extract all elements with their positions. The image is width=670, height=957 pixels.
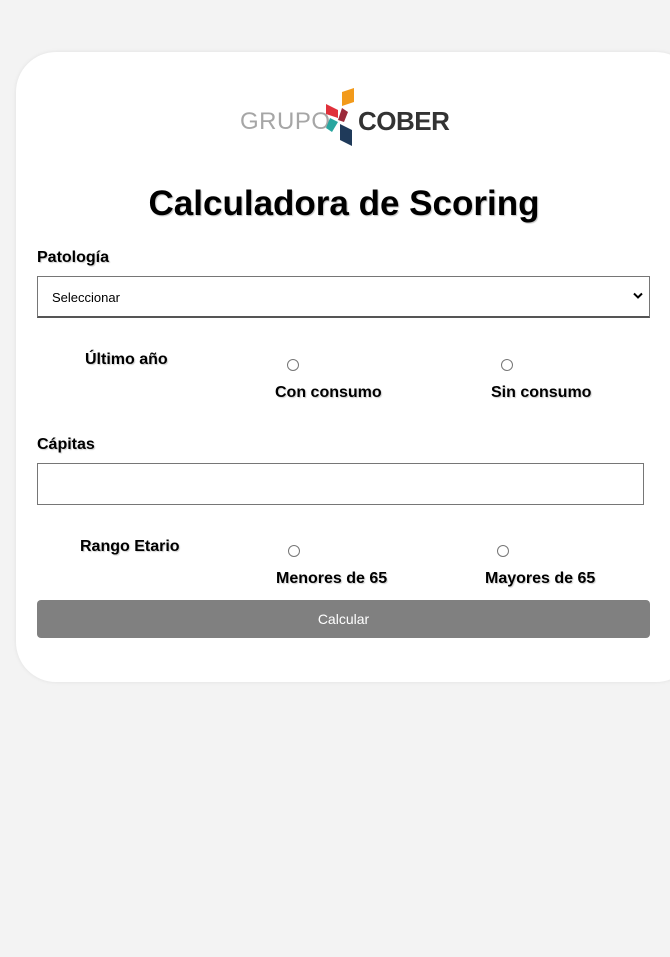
- capitas-label: Cápitas: [37, 436, 95, 453]
- calcular-button[interactable]: Calcular: [37, 600, 650, 638]
- logo-grupo-text: GRUPO: [240, 108, 331, 135]
- mayores-65-radio[interactable]: [497, 545, 509, 557]
- con-consumo-radio[interactable]: [287, 359, 299, 371]
- menores-65-label: Menores de 65: [276, 570, 388, 587]
- patologia-select[interactable]: Seleccionar: [37, 276, 650, 318]
- con-consumo-label: Con consumo: [275, 384, 382, 401]
- chevron-down-icon: [633, 292, 643, 299]
- logo-mark-icon: [326, 88, 354, 146]
- patologia-label: Patología: [37, 249, 110, 266]
- rango-etario-label: Rango Etario: [80, 538, 180, 555]
- page-title: Calculadora de Scoring: [148, 184, 540, 223]
- grupo-cober-logo: GRUPO COBER: [240, 88, 450, 148]
- logo-cober-text: COBER: [358, 106, 450, 136]
- capitas-input[interactable]: [37, 463, 644, 505]
- patologia-selected-value: Seleccionar: [52, 290, 120, 305]
- sin-consumo-radio[interactable]: [501, 359, 513, 371]
- menores-65-radio[interactable]: [288, 545, 300, 557]
- ultimo-anio-label: Último año: [85, 351, 168, 368]
- sin-consumo-label: Sin consumo: [491, 384, 592, 401]
- mayores-65-label: Mayores de 65: [485, 570, 596, 587]
